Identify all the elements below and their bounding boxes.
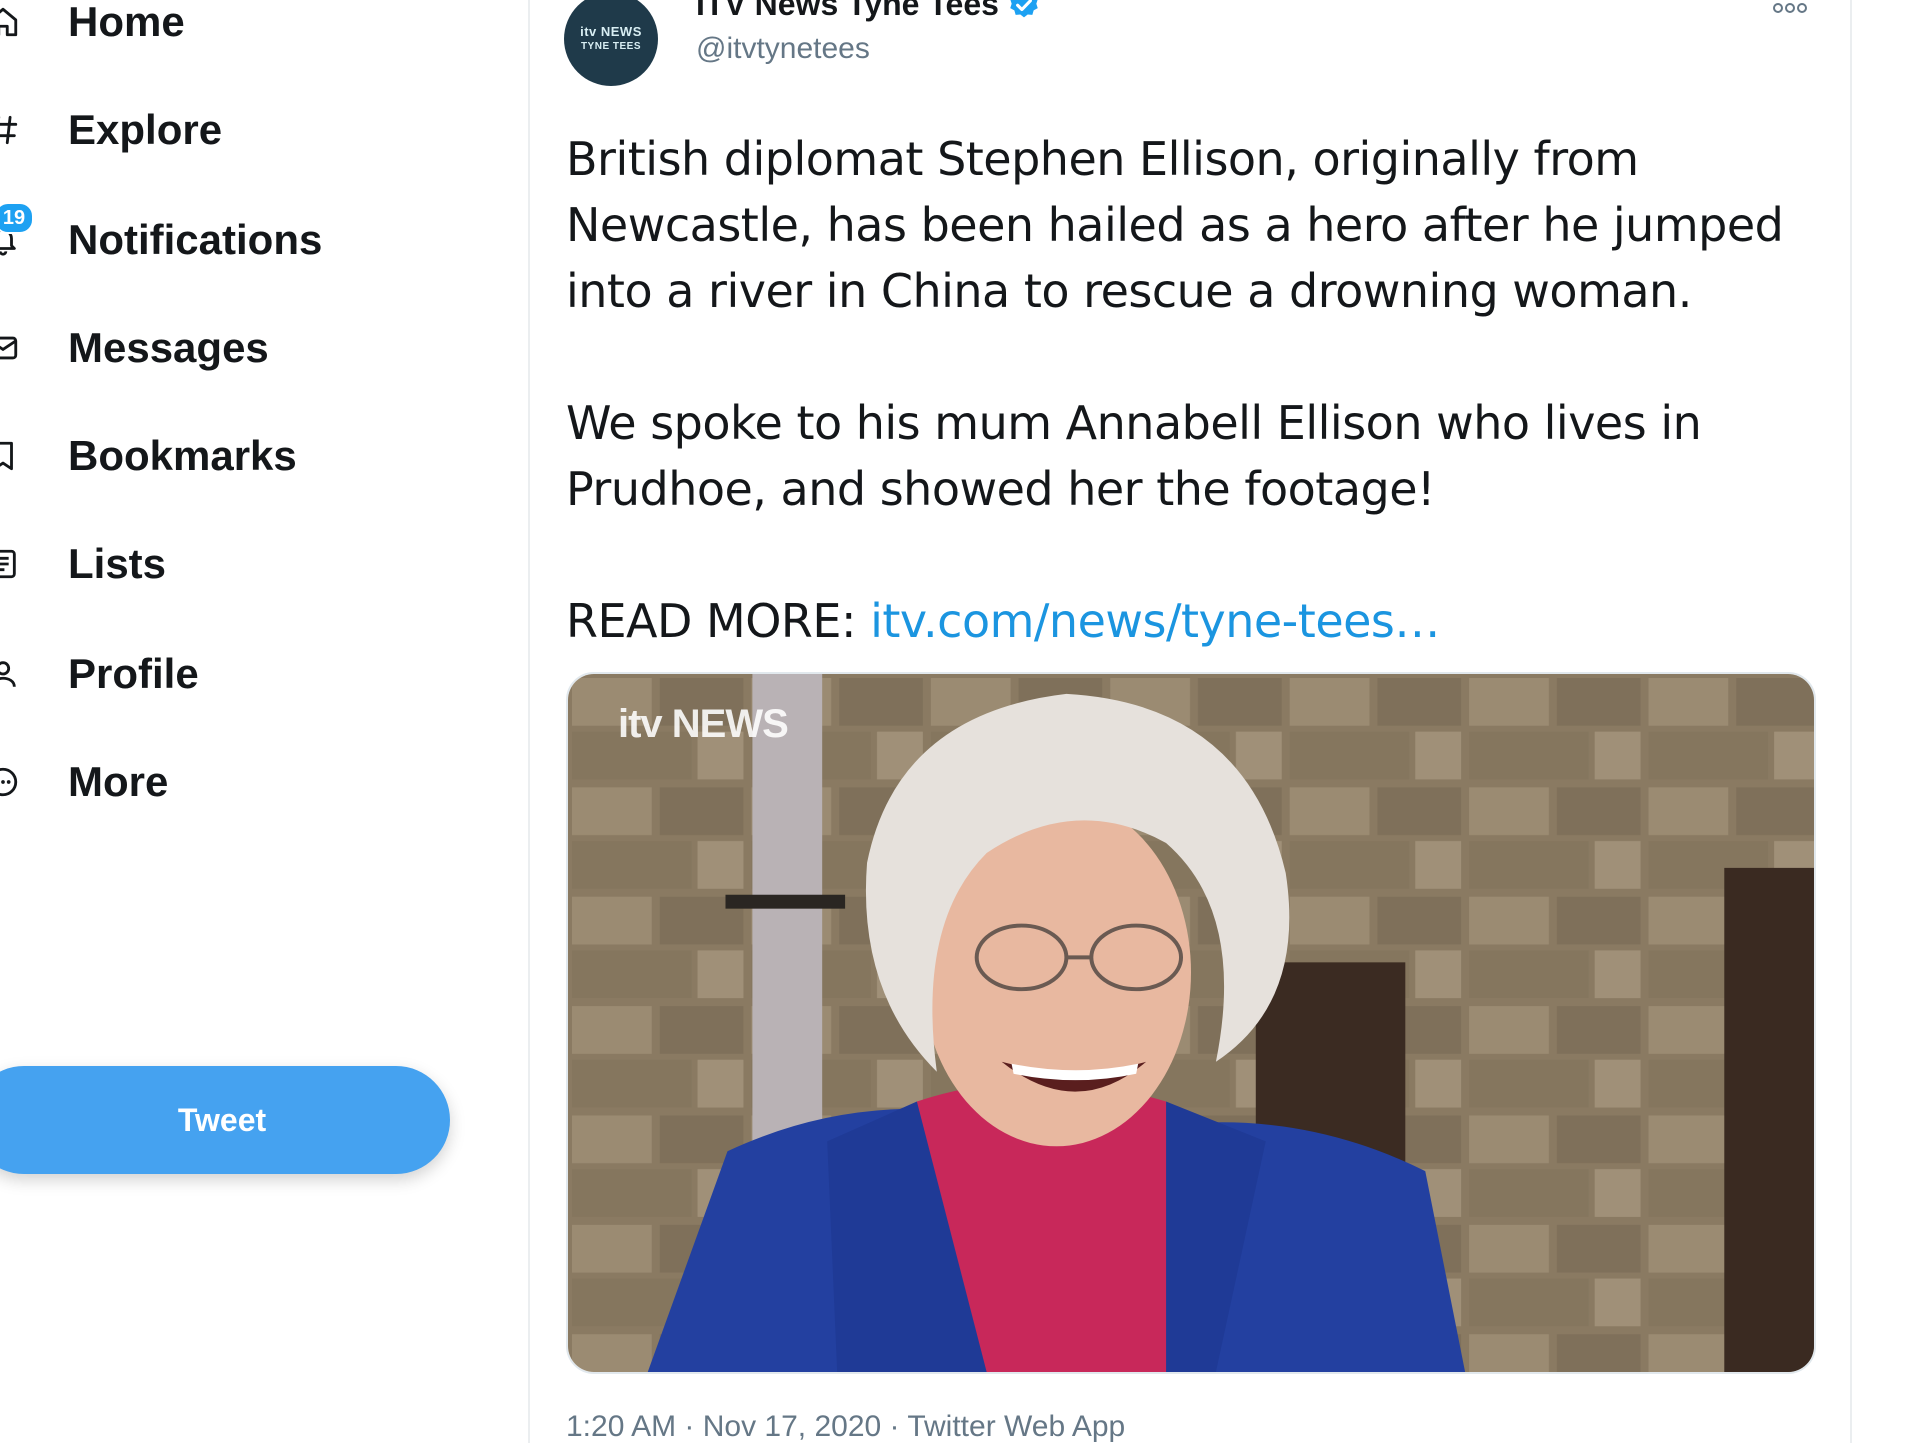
tweet-source-link[interactable]: Twitter Web App [907, 1410, 1125, 1443]
avatar[interactable]: itv NEWS TYNE TEES [564, 0, 658, 86]
more-circle-icon [0, 765, 20, 799]
tweet-date-link[interactable]: Nov 17, 2020 [703, 1410, 881, 1443]
sidebar-item-label: Bookmarks [68, 432, 297, 479]
sidebar-item-notifications[interactable]: 19 Notifications [0, 200, 460, 280]
tweet-timestamp: 1:20 AM · Nov 17, 2020 · Twitter Web App [566, 1410, 1125, 1443]
hashtag-icon [0, 113, 20, 147]
author-name[interactable]: ITV News Tyne Tees [696, 0, 1041, 23]
tweet-paragraph: We spoke to his mum Annabell Ellison who… [566, 396, 1716, 516]
tweet-text: British diplomat Stephen Ellison, origin… [566, 126, 1806, 654]
read-more-label: READ MORE: [566, 594, 871, 648]
more-options-icon[interactable] [1770, 0, 1810, 20]
sidebar-item-label: More [68, 758, 169, 805]
timestamp-separator: · [676, 1410, 703, 1443]
bookmark-icon [0, 439, 20, 473]
author-handle[interactable]: @itvtynetees [696, 32, 870, 66]
sidebar-item-label: Profile [68, 650, 199, 697]
sidebar-item-home[interactable]: Home [0, 0, 460, 62]
list-icon [0, 547, 20, 581]
sidebar-item-label: Notifications [68, 216, 323, 263]
author-name-text: ITV News Tyne Tees [696, 0, 999, 22]
tweet-button[interactable]: Tweet [0, 1066, 450, 1174]
tweet-detail: itv NEWS TYNE TEES ITV News Tyne Tees @i… [528, 0, 1852, 1443]
avatar-subtitle-text: TYNE TEES [580, 41, 642, 52]
tweet-video[interactable]: itv NEWS [566, 672, 1816, 1374]
sidebar-item-explore[interactable]: Explore [0, 90, 460, 170]
sidebar-item-label: Home [68, 0, 185, 45]
video-frame-image [568, 674, 1814, 1372]
sidebar-item-lists[interactable]: Lists [0, 524, 460, 604]
timestamp-separator: · [881, 1410, 908, 1443]
sidebar-item-label: Explore [68, 106, 223, 153]
person-icon [0, 657, 20, 691]
video-watermark: itv NEWS [618, 702, 789, 746]
sidebar-nav: Home Explore 19 Notifications Messages B… [0, 0, 520, 1443]
sidebar-item-label: Messages [68, 324, 269, 371]
home-icon [0, 5, 20, 39]
sidebar-item-messages[interactable]: Messages [0, 308, 460, 388]
tweet-time-link[interactable]: 1:20 AM [566, 1410, 676, 1443]
notifications-count-badge: 19 [0, 202, 34, 234]
envelope-icon [0, 331, 20, 365]
twitter-page: Home Explore 19 Notifications Messages B… [0, 0, 1920, 1443]
sidebar-item-label: Lists [68, 540, 167, 587]
verified-badge-icon [1007, 0, 1041, 22]
sidebar-item-profile[interactable]: Profile [0, 634, 460, 714]
tweet-read-more: READ MORE: itv.com/news/tyne-tees… [566, 588, 1806, 654]
avatar-logo-text: itv NEWS [580, 24, 642, 39]
sidebar-item-bookmarks[interactable]: Bookmarks [0, 416, 460, 496]
tweet-paragraph: British diplomat Stephen Ellison, origin… [566, 132, 1798, 318]
read-more-link[interactable]: itv.com/news/tyne-tees… [870, 594, 1440, 648]
sidebar-item-more[interactable]: More [0, 742, 460, 822]
